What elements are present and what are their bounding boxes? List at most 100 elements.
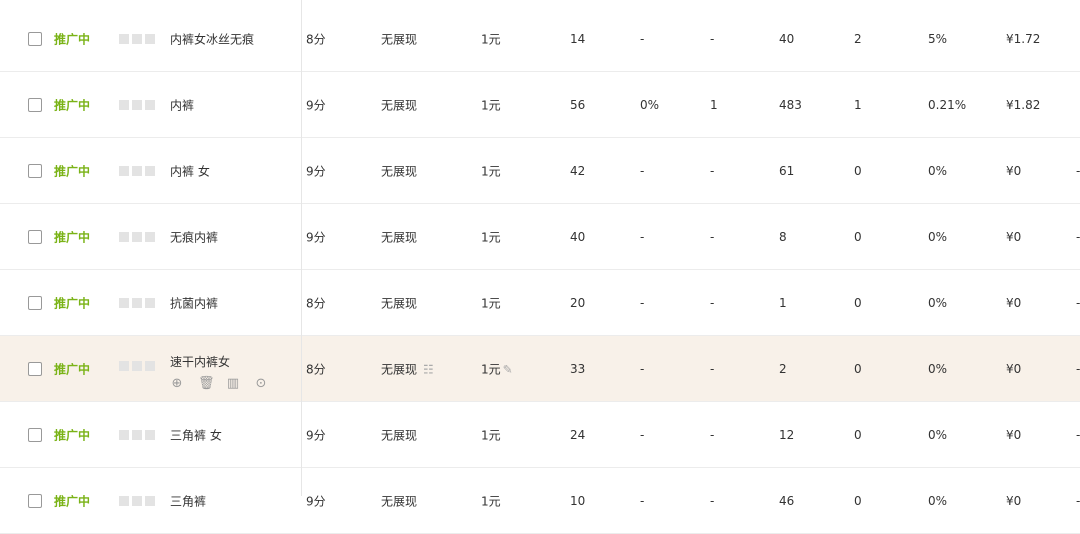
zoom-icon[interactable]: ⊙	[254, 376, 268, 391]
extra-value: -	[1076, 163, 1080, 178]
rank-value: 33	[570, 361, 586, 376]
ctr-value: -	[640, 163, 645, 178]
clicks-value: -	[710, 31, 715, 46]
clicks-value: -	[710, 295, 715, 310]
display-status: 无展现	[381, 296, 418, 310]
status-label: 推广中	[54, 98, 91, 112]
rate-value: 0%	[928, 427, 948, 442]
impressions-value: 1	[779, 295, 787, 310]
count-value: 0	[854, 361, 862, 376]
edit-icon[interactable]: ✎	[503, 362, 513, 376]
quality-score: 8分	[306, 296, 326, 310]
keyword-text: 三角裤	[170, 494, 207, 508]
keyword-text: 速干内裤女	[170, 355, 231, 369]
ctr-value: -	[640, 31, 645, 46]
status-label: 推广中	[54, 230, 91, 244]
rank-value: 56	[570, 97, 586, 112]
bid-value: 1元	[481, 164, 501, 178]
target-icon[interactable]: ⊕	[170, 376, 184, 391]
thumbnail-placeholder	[119, 231, 155, 242]
extra-value: -	[1076, 295, 1080, 310]
display-status-text: 无展现	[381, 362, 418, 376]
column-divider	[301, 0, 302, 496]
keyword-text: 无痕内裤	[170, 230, 219, 244]
rate-value: 5%	[928, 31, 948, 46]
thumbnail-placeholder	[119, 33, 155, 44]
quality-score: 8分	[306, 32, 326, 46]
display-status: 无展现	[381, 164, 418, 178]
thumbnail-placeholder	[119, 429, 155, 440]
count-value: 0	[854, 295, 862, 310]
bid-value: 1元	[481, 230, 501, 244]
display-status: 无展现	[381, 494, 418, 508]
rate-value: 0%	[928, 163, 948, 178]
bid-value: 1元	[481, 98, 501, 112]
rate-value: 0%	[928, 229, 948, 244]
delete-icon[interactable]: 🗑	[198, 376, 215, 391]
bid-value: 1元 ✎	[481, 360, 513, 377]
clicks-value: 1	[710, 97, 718, 112]
rate-value: 0.21%	[928, 97, 967, 112]
thumbnail-placeholder	[119, 361, 155, 371]
row-checkbox[interactable]	[28, 31, 42, 46]
list-icon[interactable]: ☷	[423, 362, 434, 376]
table-row[interactable]: 推广中 抗菌内裤 8分 无展现 1元 20 - - 1 0 0% ¥0 -	[0, 270, 1080, 336]
cost-value: ¥0	[1006, 427, 1022, 442]
bid-value: 1元	[481, 428, 501, 442]
table-row[interactable]: 推广中 内裤 女 9分 无展现 1元 42 - - 61 0 0% ¥0 -	[0, 138, 1080, 204]
quality-score: 9分	[306, 230, 326, 244]
row-checkbox[interactable]	[28, 163, 42, 178]
ctr-value: 0%	[640, 97, 660, 112]
bid-value: 1元	[481, 296, 501, 310]
chart-icon[interactable]: ▥	[226, 376, 240, 391]
extra-value: -	[1076, 229, 1080, 244]
rank-value: 20	[570, 295, 586, 310]
clicks-value: -	[710, 229, 715, 244]
row-checkbox[interactable]	[28, 295, 42, 310]
keyword-text: 内裤 女	[170, 164, 210, 178]
status-label: 推广中	[54, 164, 91, 178]
impressions-value: 8	[779, 229, 787, 244]
bid-text: 1元	[481, 362, 501, 376]
status-label: 推广中	[54, 428, 91, 442]
cost-value: ¥0	[1006, 229, 1022, 244]
cost-value: ¥0	[1006, 361, 1022, 376]
thumbnail-placeholder	[119, 495, 155, 506]
count-value: 0	[854, 427, 862, 442]
table-row[interactable]: 推广中 内裤 9分 无展现 1元 56 0% 1 483 1 0.21% ¥1.…	[0, 72, 1080, 138]
keyword-text: 内裤	[170, 98, 195, 112]
table-row[interactable]: 推广中 三角裤 9分 无展现 1元 10 - - 46 0 0% ¥0 -	[0, 468, 1080, 534]
count-value: 1	[854, 97, 862, 112]
row-checkbox[interactable]	[28, 229, 42, 244]
impressions-value: 2	[779, 361, 787, 376]
display-status: 无展现	[381, 98, 418, 112]
ctr-value: -	[640, 427, 645, 442]
count-value: 0	[854, 229, 862, 244]
count-value: 0	[854, 163, 862, 178]
status-label: 推广中	[54, 362, 91, 376]
rank-value: 24	[570, 427, 586, 442]
cost-value: ¥0	[1006, 163, 1022, 178]
rate-value: 0%	[928, 295, 948, 310]
thumbnail-placeholder	[119, 297, 155, 308]
status-label: 推广中	[54, 32, 91, 46]
table-row-hovered[interactable]: 推广中 速干内裤女 ⊕ 🗑 ▥ ⊙ 8分 无展现 ☷ 1元 ✎ 33 - - 2 0…	[0, 336, 1080, 402]
table-row[interactable]: 推广中 无痕内裤 9分 无展现 1元 40 - - 8 0 0% ¥0 -	[0, 204, 1080, 270]
ctr-value: -	[640, 295, 645, 310]
row-checkbox[interactable]	[28, 427, 42, 442]
quality-score: 8分	[306, 362, 326, 376]
table-row[interactable]: 推广中 内裤女冰丝无痕 8分 无展现 1元 14 - - 40 2 5% ¥1.…	[0, 6, 1080, 72]
quality-score: 9分	[306, 494, 326, 508]
status-label: 推广中	[54, 494, 91, 508]
impressions-value: 40	[779, 31, 795, 46]
impressions-value: 12	[779, 427, 795, 442]
row-checkbox[interactable]	[28, 97, 42, 112]
clicks-value: -	[710, 361, 715, 376]
row-checkbox[interactable]	[28, 361, 42, 376]
table-row[interactable]: 推广中 三角裤 女 9分 无展现 1元 24 - - 12 0 0% ¥0 -	[0, 402, 1080, 468]
rank-value: 42	[570, 163, 586, 178]
impressions-value: 61	[779, 163, 795, 178]
thumbnail-placeholder	[119, 99, 155, 110]
impressions-value: 483	[779, 97, 802, 112]
cost-value: ¥1.82	[1006, 97, 1041, 112]
